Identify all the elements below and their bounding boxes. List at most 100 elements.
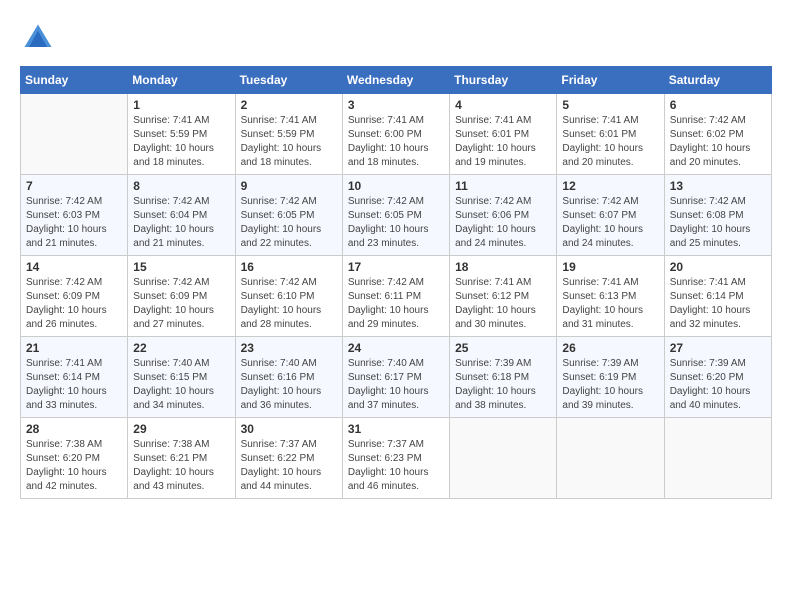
calendar-week-row: 1 Sunrise: 7:41 AMSunset: 5:59 PMDaylight…	[21, 94, 772, 175]
day-number: 20	[670, 260, 766, 274]
calendar-cell	[450, 418, 557, 499]
day-info: Sunrise: 7:37 AMSunset: 6:22 PMDaylight:…	[241, 438, 337, 494]
calendar-cell: 14 Sunrise: 7:42 AMSunset: 6:09 PMDayligh…	[21, 256, 128, 337]
day-info: Sunrise: 7:41 AMSunset: 6:13 PMDaylight:…	[562, 276, 658, 332]
calendar-week-row: 28 Sunrise: 7:38 AMSunset: 6:20 PMDayligh…	[21, 418, 772, 499]
calendar-cell: 28 Sunrise: 7:38 AMSunset: 6:20 PMDayligh…	[21, 418, 128, 499]
day-number: 1	[133, 98, 229, 112]
calendar-cell: 22Sunrise: 7:40 AMSunset: 6:15 PMDayligh…	[128, 337, 235, 418]
calendar-week-row: 21 Sunrise: 7:41 AMSunset: 6:14 PMDayligh…	[21, 337, 772, 418]
day-info: Sunrise: 7:38 AMSunset: 6:21 PMDaylight:…	[133, 438, 229, 494]
day-info: Sunrise: 7:41 AMSunset: 5:59 PMDaylight:…	[133, 114, 229, 170]
day-number: 6	[670, 98, 766, 112]
day-info: Sunrise: 7:42 AMSunset: 6:05 PMDaylight:…	[241, 195, 337, 251]
day-info: Sunrise: 7:42 AMSunset: 6:09 PMDaylight:…	[26, 276, 122, 332]
day-number: 13	[670, 179, 766, 193]
calendar-week-row: 14 Sunrise: 7:42 AMSunset: 6:09 PMDayligh…	[21, 256, 772, 337]
calendar-cell: 21 Sunrise: 7:41 AMSunset: 6:14 PMDayligh…	[21, 337, 128, 418]
day-number: 24	[348, 341, 444, 355]
calendar-cell: 30 Sunrise: 7:37 AMSunset: 6:22 PMDayligh…	[235, 418, 342, 499]
day-number: 22	[133, 341, 229, 355]
day-number: 8	[133, 179, 229, 193]
calendar-cell: 3Sunrise: 7:41 AMSunset: 6:00 PMDaylight…	[342, 94, 449, 175]
calendar-week-row: 7Sunrise: 7:42 AMSunset: 6:03 PMDaylight…	[21, 175, 772, 256]
weekday-header-wednesday: Wednesday	[342, 67, 449, 94]
day-info: Sunrise: 7:40 AMSunset: 6:17 PMDaylight:…	[348, 357, 444, 413]
day-info: Sunrise: 7:42 AMSunset: 6:11 PMDaylight:…	[348, 276, 444, 332]
day-info: Sunrise: 7:42 AMSunset: 6:02 PMDaylight:…	[670, 114, 766, 170]
calendar-cell: 2 Sunrise: 7:41 AMSunset: 5:59 PMDaylight…	[235, 94, 342, 175]
day-info: Sunrise: 7:42 AMSunset: 6:10 PMDaylight:…	[241, 276, 337, 332]
calendar-cell: 16 Sunrise: 7:42 AMSunset: 6:10 PMDayligh…	[235, 256, 342, 337]
calendar-cell: 31 Sunrise: 7:37 AMSunset: 6:23 PMDayligh…	[342, 418, 449, 499]
calendar-cell: 6 Sunrise: 7:42 AMSunset: 6:02 PMDaylight…	[664, 94, 771, 175]
day-info: Sunrise: 7:37 AMSunset: 6:23 PMDaylight:…	[348, 438, 444, 494]
weekday-header-friday: Friday	[557, 67, 664, 94]
day-number: 25	[455, 341, 551, 355]
calendar-cell: 29 Sunrise: 7:38 AMSunset: 6:21 PMDayligh…	[128, 418, 235, 499]
calendar-cell: 27 Sunrise: 7:39 AMSunset: 6:20 PMDayligh…	[664, 337, 771, 418]
weekday-header-monday: Monday	[128, 67, 235, 94]
day-number: 30	[241, 422, 337, 436]
calendar-cell	[664, 418, 771, 499]
day-info: Sunrise: 7:41 AMSunset: 5:59 PMDaylight:…	[241, 114, 337, 170]
calendar-cell: 15 Sunrise: 7:42 AMSunset: 6:09 PMDayligh…	[128, 256, 235, 337]
calendar-cell: 8Sunrise: 7:42 AMSunset: 6:04 PMDaylight…	[128, 175, 235, 256]
day-info: Sunrise: 7:39 AMSunset: 6:20 PMDaylight:…	[670, 357, 766, 413]
day-info: Sunrise: 7:42 AMSunset: 6:08 PMDaylight:…	[670, 195, 766, 251]
calendar-cell: 9 Sunrise: 7:42 AMSunset: 6:05 PMDaylight…	[235, 175, 342, 256]
day-info: Sunrise: 7:42 AMSunset: 6:06 PMDaylight:…	[455, 195, 551, 251]
day-info: Sunrise: 7:41 AMSunset: 6:14 PMDaylight:…	[670, 276, 766, 332]
day-number: 17	[348, 260, 444, 274]
calendar-cell: 24 Sunrise: 7:40 AMSunset: 6:17 PMDayligh…	[342, 337, 449, 418]
day-number: 11	[455, 179, 551, 193]
day-number: 31	[348, 422, 444, 436]
day-number: 2	[241, 98, 337, 112]
day-number: 18	[455, 260, 551, 274]
day-number: 28	[26, 422, 122, 436]
day-info: Sunrise: 7:40 AMSunset: 6:16 PMDaylight:…	[241, 357, 337, 413]
calendar-cell: 13 Sunrise: 7:42 AMSunset: 6:08 PMDayligh…	[664, 175, 771, 256]
day-number: 12	[562, 179, 658, 193]
calendar-table: SundayMondayTuesdayWednesdayThursdayFrid…	[20, 66, 772, 499]
weekday-header-tuesday: Tuesday	[235, 67, 342, 94]
page-header	[20, 20, 772, 56]
day-number: 16	[241, 260, 337, 274]
weekday-header-sunday: Sunday	[21, 67, 128, 94]
calendar-cell: 10Sunrise: 7:42 AMSunset: 6:05 PMDayligh…	[342, 175, 449, 256]
day-info: Sunrise: 7:41 AMSunset: 6:01 PMDaylight:…	[455, 114, 551, 170]
day-info: Sunrise: 7:39 AMSunset: 6:18 PMDaylight:…	[455, 357, 551, 413]
calendar-cell: 11 Sunrise: 7:42 AMSunset: 6:06 PMDayligh…	[450, 175, 557, 256]
logo-icon	[20, 20, 56, 56]
logo	[20, 20, 62, 56]
calendar-cell: 7Sunrise: 7:42 AMSunset: 6:03 PMDaylight…	[21, 175, 128, 256]
calendar-cell: 18 Sunrise: 7:41 AMSunset: 6:12 PMDayligh…	[450, 256, 557, 337]
day-info: Sunrise: 7:38 AMSunset: 6:20 PMDaylight:…	[26, 438, 122, 494]
calendar-cell: 12 Sunrise: 7:42 AMSunset: 6:07 PMDayligh…	[557, 175, 664, 256]
day-number: 19	[562, 260, 658, 274]
weekday-header-thursday: Thursday	[450, 67, 557, 94]
day-number: 23	[241, 341, 337, 355]
calendar-cell: 20 Sunrise: 7:41 AMSunset: 6:14 PMDayligh…	[664, 256, 771, 337]
day-number: 21	[26, 341, 122, 355]
day-number: 27	[670, 341, 766, 355]
calendar-cell: 19 Sunrise: 7:41 AMSunset: 6:13 PMDayligh…	[557, 256, 664, 337]
day-info: Sunrise: 7:41 AMSunset: 6:12 PMDaylight:…	[455, 276, 551, 332]
day-number: 9	[241, 179, 337, 193]
calendar-cell	[21, 94, 128, 175]
calendar-cell: 25 Sunrise: 7:39 AMSunset: 6:18 PMDayligh…	[450, 337, 557, 418]
calendar-cell: 26Sunrise: 7:39 AMSunset: 6:19 PMDayligh…	[557, 337, 664, 418]
weekday-header-row: SundayMondayTuesdayWednesdayThursdayFrid…	[21, 67, 772, 94]
calendar-cell: 5Sunrise: 7:41 AMSunset: 6:01 PMDaylight…	[557, 94, 664, 175]
day-number: 14	[26, 260, 122, 274]
day-number: 15	[133, 260, 229, 274]
day-info: Sunrise: 7:41 AMSunset: 6:00 PMDaylight:…	[348, 114, 444, 170]
day-info: Sunrise: 7:42 AMSunset: 6:03 PMDaylight:…	[26, 195, 122, 251]
day-number: 5	[562, 98, 658, 112]
calendar-cell: 17 Sunrise: 7:42 AMSunset: 6:11 PMDayligh…	[342, 256, 449, 337]
day-info: Sunrise: 7:42 AMSunset: 6:09 PMDaylight:…	[133, 276, 229, 332]
day-info: Sunrise: 7:42 AMSunset: 6:07 PMDaylight:…	[562, 195, 658, 251]
day-number: 29	[133, 422, 229, 436]
calendar-cell	[557, 418, 664, 499]
day-info: Sunrise: 7:41 AMSunset: 6:14 PMDaylight:…	[26, 357, 122, 413]
